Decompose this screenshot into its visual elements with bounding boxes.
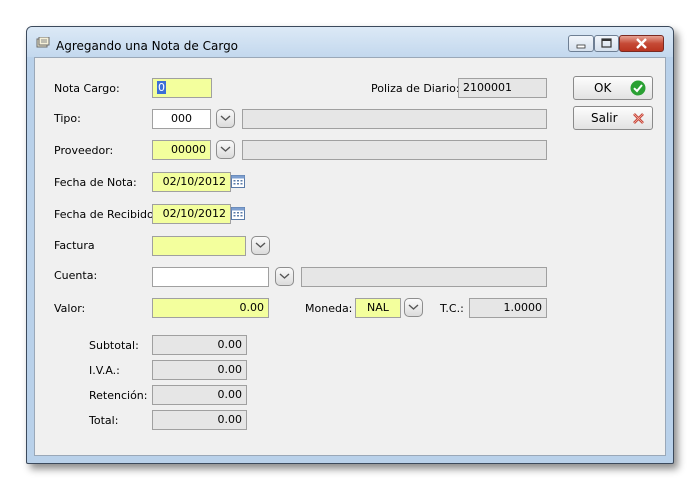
moneda-dropdown-button[interactable] <box>404 298 423 317</box>
cuenta-input[interactable] <box>152 267 269 287</box>
title-bar[interactable]: Agregando una Nota de Cargo <box>27 27 673 57</box>
proveedor-input[interactable]: 00000 <box>152 140 211 160</box>
tipo-dropdown-button[interactable] <box>216 109 235 128</box>
tc-label: T.C.: <box>440 302 464 315</box>
chevron-down-icon <box>220 115 231 121</box>
poliza-label: Poliza de Diario: <box>371 82 460 95</box>
nota-cargo-value: 0 <box>157 81 166 94</box>
factura-input[interactable] <box>152 236 246 256</box>
ok-button[interactable]: OK <box>573 76 653 100</box>
nota-cargo-input[interactable]: 0 <box>152 78 212 98</box>
chevron-down-icon <box>279 273 290 279</box>
chevron-down-icon <box>255 242 266 248</box>
form-area: Nota Cargo: 0 Poliza de Diario: 2100001 … <box>34 57 666 456</box>
close-button[interactable] <box>619 35 664 52</box>
salir-button-label: Salir <box>591 111 618 125</box>
poliza-field: 2100001 <box>458 78 547 98</box>
moneda-label: Moneda: <box>305 302 353 315</box>
minimize-button[interactable] <box>568 35 594 52</box>
iva-label: I.V.A.: <box>89 364 120 377</box>
tipo-description <box>242 109 547 129</box>
maximize-icon <box>601 38 612 48</box>
factura-label: Factura <box>54 239 95 252</box>
nota-cargo-label: Nota Cargo: <box>54 82 120 95</box>
calendar-icon[interactable] <box>231 206 246 221</box>
iva-field: 0.00 <box>152 360 247 380</box>
check-circle-icon <box>630 80 646 96</box>
chevron-down-icon <box>220 146 231 152</box>
moneda-input[interactable]: NAL <box>355 298 401 318</box>
proveedor-dropdown-button[interactable] <box>216 140 235 159</box>
maximize-button[interactable] <box>594 35 619 52</box>
fecha-nota-input[interactable]: 02/10/2012 <box>152 172 231 192</box>
fecha-recibido-input[interactable]: 02/10/2012 <box>152 204 231 224</box>
dialog-window: Agregando una Nota de Cargo Nota Cargo: … <box>26 26 674 464</box>
total-field: 0.00 <box>152 410 247 430</box>
fecha-recibido-label: Fecha de Recibido: <box>54 208 158 221</box>
tipo-label: Tipo: <box>54 112 81 125</box>
subtotal-label: Subtotal: <box>89 339 139 352</box>
minimize-icon <box>576 44 586 49</box>
cuenta-dropdown-button[interactable] <box>275 267 294 286</box>
tc-field: 1.0000 <box>469 298 547 318</box>
app-icon <box>36 37 50 48</box>
proveedor-description <box>242 140 547 160</box>
close-icon <box>636 38 647 49</box>
valor-label: Valor: <box>54 302 86 315</box>
retencion-field: 0.00 <box>152 385 247 405</box>
subtotal-field: 0.00 <box>152 335 247 355</box>
proveedor-label: Proveedor: <box>54 144 114 157</box>
fecha-nota-label: Fecha de Nota: <box>54 176 137 189</box>
chevron-down-icon <box>408 304 419 310</box>
cuenta-label: Cuenta: <box>54 269 98 282</box>
factura-dropdown-button[interactable] <box>251 236 270 255</box>
retencion-label: Retención: <box>89 389 148 402</box>
salir-button[interactable]: Salir <box>573 106 653 130</box>
ok-button-label: OK <box>594 81 612 95</box>
cuenta-description <box>301 267 547 287</box>
calendar-icon[interactable] <box>231 174 246 189</box>
valor-input[interactable]: 0.00 <box>152 298 269 318</box>
window-title: Agregando una Nota de Cargo <box>56 39 239 53</box>
total-label: Total: <box>89 414 119 427</box>
x-cancel-icon <box>633 113 644 124</box>
tipo-input[interactable]: 000 <box>152 109 211 129</box>
